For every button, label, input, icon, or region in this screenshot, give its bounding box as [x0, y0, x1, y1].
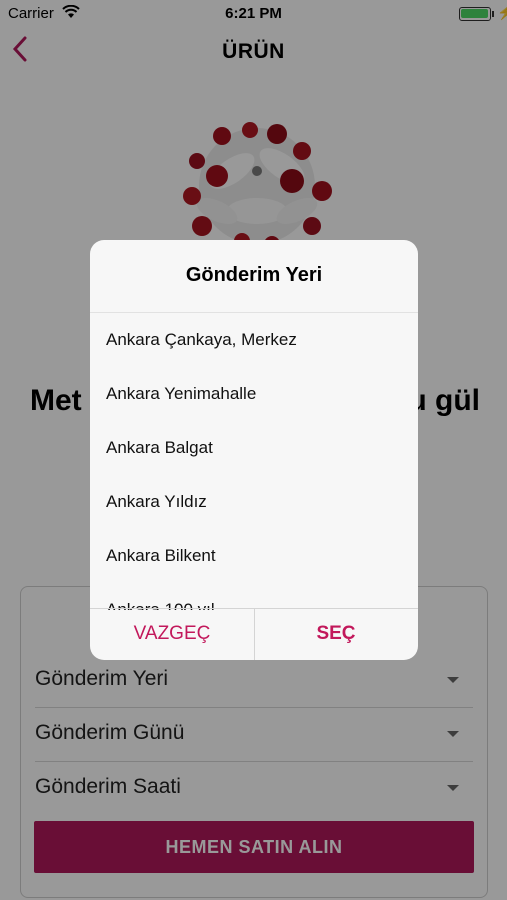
- divider: [90, 312, 418, 313]
- option-item[interactable]: Ankara Yenimahalle: [106, 368, 406, 420]
- select-button[interactable]: SEÇ: [254, 608, 418, 660]
- option-item[interactable]: Ankara 100.yıl: [106, 584, 406, 610]
- options-list[interactable]: Ankara Çankaya, Merkez Ankara Yenimahall…: [90, 314, 418, 610]
- delivery-place-dialog: Gönderim Yeri Ankara Çankaya, Merkez Ank…: [90, 240, 418, 660]
- cancel-button[interactable]: VAZGEÇ: [90, 608, 254, 660]
- dialog-title: Gönderim Yeri: [185, 264, 323, 286]
- option-item[interactable]: Ankara Balgat: [106, 422, 406, 474]
- option-item[interactable]: Ankara Bilkent: [106, 530, 406, 582]
- option-item[interactable]: Ankara Yıldız: [106, 476, 406, 528]
- option-item[interactable]: Ankara Çankaya, Merkez: [106, 314, 406, 366]
